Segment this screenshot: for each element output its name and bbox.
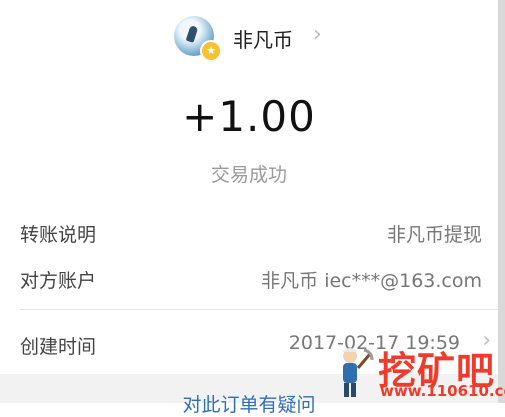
detail-label: 转账说明 bbox=[20, 224, 97, 246]
detail-label: 创建时间 bbox=[20, 336, 97, 358]
transaction-status: 交易成功 bbox=[210, 164, 287, 186]
detail-value: 非凡币 iec***@163.com bbox=[261, 270, 482, 292]
avatar-figure bbox=[185, 25, 199, 43]
divider bbox=[20, 309, 498, 310]
counterparty-name[interactable]: 非凡币 bbox=[233, 24, 293, 53]
detail-label: 对方账户 bbox=[20, 270, 97, 292]
star-icon: ★ bbox=[200, 40, 222, 62]
transaction-amount: +1.00 bbox=[182, 92, 316, 141]
scrollbar-track bbox=[498, 0, 505, 403]
watermark-url: www.110610.com bbox=[380, 382, 505, 400]
miner-mascot-icon bbox=[342, 348, 374, 397]
detail-value: 非凡币提现 bbox=[386, 224, 482, 246]
chevron-right-icon[interactable]: › bbox=[313, 22, 322, 47]
counterparty-header[interactable]: ★ 非凡币 › bbox=[0, 12, 498, 62]
